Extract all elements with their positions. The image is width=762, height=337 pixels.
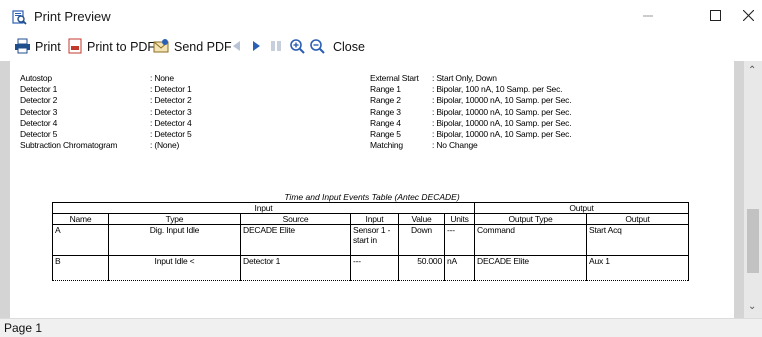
- printer-icon: [14, 38, 35, 57]
- setting-value: : Bipolar, 10000 nA, 10 Samp. per Sec.: [432, 117, 572, 128]
- setting-label: Range 5: [370, 129, 401, 139]
- setting-value: : Detector 4: [150, 117, 192, 128]
- setting-value: : Detector 2: [150, 95, 192, 106]
- setting-label: Range 3: [370, 106, 401, 117]
- cell-value: 50.000: [398, 255, 445, 281]
- cell-type: Dig. Input Idle: [108, 224, 241, 256]
- col-units: Units: [444, 213, 475, 225]
- events-table: Input Output Name Type Source Input Valu…: [52, 202, 689, 281]
- zoom-out-button[interactable]: [309, 37, 329, 57]
- cell-name: A: [52, 224, 109, 256]
- cell-value: Down: [398, 224, 445, 256]
- send-mail-icon: [153, 38, 174, 57]
- maximize-icon: [709, 8, 721, 26]
- setting-label: Detector 5: [20, 129, 58, 139]
- cell-source: DECADE Elite: [240, 224, 351, 256]
- scroll-up-icon[interactable]: ⌃: [748, 65, 756, 76]
- setting-value: : Start Only, Down: [432, 73, 497, 83]
- preview-viewport[interactable]: Autostop : None Detector 1 : Detector 1 Dete…: [0, 61, 762, 318]
- arrow-left-icon: [232, 40, 245, 55]
- setting-label: External Start: [370, 73, 419, 83]
- col-input: Input: [350, 213, 399, 225]
- minimize-button[interactable]: [625, 0, 671, 34]
- scroll-thumb[interactable]: [747, 209, 759, 273]
- close-preview-button[interactable]: Close: [333, 37, 365, 57]
- preview-page: Autostop : None Detector 1 : Detector 1 Dete…: [10, 61, 734, 318]
- setting-value: : Bipolar, 100 nA, 10 Samp. per Sec.: [432, 84, 563, 95]
- minimize-icon: [643, 8, 653, 26]
- zoom-in-icon: [289, 38, 309, 57]
- cell-units: nA: [444, 255, 475, 281]
- col-output-type: Output Type: [474, 213, 587, 225]
- setting-label: Detector 3: [20, 106, 58, 117]
- send-pdf-button[interactable]: Send PDF: [153, 37, 232, 57]
- send-pdf-label: Send PDF: [174, 40, 232, 54]
- next-page-button[interactable]: [252, 37, 265, 57]
- scroll-down-icon[interactable]: ⌄: [748, 301, 756, 312]
- cell-name: B: [52, 255, 109, 281]
- multi-page-button[interactable]: [270, 37, 286, 57]
- setting-value: : Bipolar, 10000 nA, 10 Samp. per Sec.: [432, 129, 572, 139]
- col-source: Source: [240, 213, 351, 225]
- group-input-header: Input: [52, 202, 475, 214]
- table-column-header: Name Type Source Input Value Units Outpu…: [52, 213, 689, 225]
- cell-input: Sensor 1 - start in: [350, 224, 399, 256]
- events-table-caption: Time and Input Events Table (Antec DECAD…: [284, 192, 460, 202]
- print-button[interactable]: Print: [14, 37, 61, 57]
- print-label: Print: [35, 40, 61, 54]
- setting-value: : (None): [150, 140, 180, 151]
- cell-units: ---: [444, 224, 475, 256]
- close-icon: [742, 8, 755, 26]
- col-output: Output: [586, 213, 689, 225]
- print-to-pdf-label: Print to PDF: [87, 40, 156, 54]
- vertical-scrollbar[interactable]: ⌃ ⌄: [744, 61, 762, 318]
- cell-source: Detector 1: [240, 255, 351, 281]
- setting-label: Range 1: [370, 84, 401, 95]
- page-indicator: Page 1: [4, 321, 43, 335]
- cell-input: ---: [350, 255, 399, 281]
- setting-label: Detector 1: [20, 84, 58, 95]
- print-to-pdf-button[interactable]: Print to PDF: [68, 37, 155, 57]
- pages-icon: [270, 40, 286, 55]
- print-preview-app-icon: [12, 10, 27, 25]
- cell-output: Start Acq: [586, 224, 689, 256]
- title-bar: Print Preview: [0, 0, 762, 34]
- cell-output: Aux 1: [586, 255, 689, 281]
- arrow-right-icon: [252, 40, 265, 55]
- cell-output-type: Command: [474, 224, 587, 256]
- table-row: B Input Idle < Detector 1 --- 50.000 nA …: [52, 255, 689, 281]
- table-group-header: Input Output: [52, 202, 689, 214]
- setting-label: Subtraction Chromatogram: [20, 140, 118, 151]
- cell-output-type: DECADE Elite: [474, 255, 587, 281]
- close-window-button[interactable]: [735, 0, 762, 34]
- col-name: Name: [52, 213, 109, 225]
- setting-label: Detector 2: [20, 95, 58, 106]
- close-preview-label: Close: [333, 40, 365, 54]
- group-output-header: Output: [474, 202, 689, 214]
- setting-value: : Detector 1: [150, 84, 192, 95]
- setting-value: : Bipolar, 10000 nA, 10 Samp. per Sec.: [432, 95, 572, 106]
- previous-page-button[interactable]: [232, 37, 245, 57]
- setting-label: Range 2: [370, 95, 401, 106]
- setting-label: Detector 4: [20, 117, 58, 128]
- window-title: Print Preview: [34, 9, 111, 24]
- toolbar: Print Print to PDF Send PDF Close: [0, 34, 762, 60]
- col-value: Value: [398, 213, 445, 225]
- pdf-icon: [68, 38, 87, 57]
- setting-label: Range 4: [370, 117, 401, 128]
- zoom-out-icon: [309, 38, 329, 57]
- setting-value: : None: [150, 73, 174, 83]
- setting-value: : Detector 5: [150, 129, 192, 139]
- setting-label: Autostop: [20, 73, 52, 83]
- cell-type: Input Idle <: [108, 255, 241, 281]
- setting-label: Matching: [370, 140, 403, 151]
- setting-value: : Detector 3: [150, 106, 192, 117]
- setting-value: : No Change: [432, 140, 478, 151]
- maximize-button[interactable]: [692, 0, 738, 34]
- table-row: A Dig. Input Idle DECADE Elite Sensor 1 …: [52, 224, 689, 256]
- setting-value: : Bipolar, 10000 nA, 10 Samp. per Sec.: [432, 106, 572, 117]
- col-type: Type: [108, 213, 241, 225]
- zoom-in-button[interactable]: [289, 37, 309, 57]
- status-bar: Page 1: [0, 318, 762, 337]
